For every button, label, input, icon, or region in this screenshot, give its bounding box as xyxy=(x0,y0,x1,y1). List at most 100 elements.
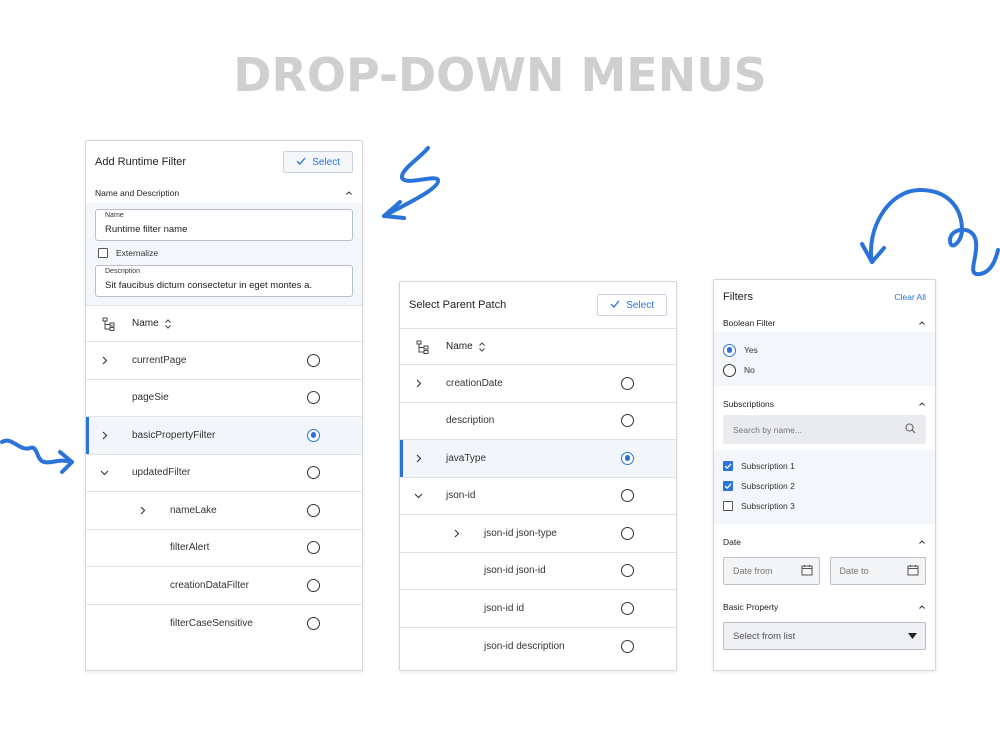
radio-yes[interactable] xyxy=(723,343,736,357)
date-from-input[interactable]: Date from xyxy=(723,557,820,585)
tree-row[interactable]: filterAlert xyxy=(86,530,362,567)
option-yes[interactable]: Yes xyxy=(723,340,926,360)
select-button[interactable]: Select xyxy=(597,294,667,316)
caret-down-icon[interactable] xyxy=(908,631,917,642)
tree-list: creationDate description javaType json-id js… xyxy=(400,365,676,665)
radio-selected[interactable] xyxy=(307,428,320,442)
subscription-item[interactable]: Subscription 1 xyxy=(723,456,926,476)
subscription-item[interactable]: Subscription 2 xyxy=(723,476,926,496)
name-column-label: Name xyxy=(446,341,473,352)
radio-unselected[interactable] xyxy=(307,578,320,592)
add-runtime-filter-panel: Add Runtime Filter Select Name and Descr… xyxy=(85,140,363,671)
search-placeholder: Search by name... xyxy=(733,424,802,435)
externalize-checkbox[interactable] xyxy=(98,248,108,258)
radio-unselected[interactable] xyxy=(621,376,634,390)
radio-unselected[interactable] xyxy=(307,503,320,517)
tree-row[interactable]: description xyxy=(400,403,676,440)
name-description-form: Name Runtime filter name Externalize Des… xyxy=(86,203,362,305)
name-description-section-header[interactable]: Name and Description xyxy=(86,183,362,203)
tree-row[interactable]: updatedFilter xyxy=(86,455,362,492)
calendar-icon[interactable] xyxy=(907,564,919,578)
clear-all-link[interactable]: Clear All xyxy=(894,292,926,302)
chevron-down-icon[interactable] xyxy=(400,491,436,500)
radio-unselected[interactable] xyxy=(307,391,320,405)
tree-row[interactable]: json-id description xyxy=(400,628,676,666)
radio-selected[interactable] xyxy=(621,451,634,465)
filters-title: Filters xyxy=(723,290,753,303)
radio-unselected[interactable] xyxy=(307,616,320,630)
date-header[interactable]: Date xyxy=(714,532,935,551)
name-field[interactable]: Name Runtime filter name xyxy=(95,209,353,241)
table-header: Name xyxy=(86,305,362,342)
select-button[interactable]: Select xyxy=(283,151,353,173)
tree-row-label: description xyxy=(446,415,495,427)
subscription-label: Subscription 3 xyxy=(741,501,795,511)
radio-unselected[interactable] xyxy=(307,541,320,555)
calendar-icon[interactable] xyxy=(801,564,813,578)
chevron-right-icon[interactable] xyxy=(400,379,436,388)
tree-row[interactable]: javaType xyxy=(400,440,676,478)
tree-row-label: filterAlert xyxy=(170,542,210,554)
name-column-header[interactable]: Name xyxy=(132,318,172,330)
description-field-value[interactable]: Sit faucibus dictum consectetur in eget … xyxy=(105,280,343,291)
chevron-up-icon[interactable] xyxy=(918,400,926,408)
name-column-header[interactable]: Name xyxy=(446,341,486,353)
radio-unselected[interactable] xyxy=(307,353,320,367)
radio-unselected[interactable] xyxy=(621,601,634,615)
sort-icon[interactable] xyxy=(478,341,486,353)
name-field-value[interactable]: Runtime filter name xyxy=(105,224,343,235)
externalize-label: Externalize xyxy=(116,248,159,258)
description-field[interactable]: Description Sit faucibus dictum consecte… xyxy=(95,265,353,297)
radio-unselected[interactable] xyxy=(307,466,320,480)
tree-row[interactable]: creationDataFilter xyxy=(86,567,362,605)
sort-icon[interactable] xyxy=(164,318,172,330)
name-column-label: Name xyxy=(132,318,159,329)
chevron-right-icon[interactable] xyxy=(438,529,474,538)
checkbox-unchecked[interactable] xyxy=(723,501,733,511)
chevron-right-icon[interactable] xyxy=(400,454,436,463)
subscription-item[interactable]: Subscription 3 xyxy=(723,496,926,516)
tree-row[interactable]: nameLake xyxy=(86,492,362,530)
chevron-down-icon[interactable] xyxy=(86,468,122,477)
subscriptions-header[interactable]: Subscriptions xyxy=(714,394,935,413)
basic-property-select[interactable]: Select from list xyxy=(723,622,926,650)
option-no[interactable]: No xyxy=(723,360,926,380)
basic-property-header[interactable]: Basic Property xyxy=(714,597,935,616)
filters-header: Filters Clear All xyxy=(714,280,935,313)
tree-row[interactable]: pageSie xyxy=(86,380,362,417)
chevron-up-icon[interactable] xyxy=(918,538,926,546)
radio-unselected[interactable] xyxy=(621,526,634,540)
radio-no[interactable] xyxy=(723,363,736,377)
radio-unselected[interactable] xyxy=(621,414,634,428)
checkbox-checked[interactable] xyxy=(723,461,733,471)
select-parent-patch-panel: Select Parent Patch Select Name creation… xyxy=(399,281,677,671)
radio-unselected[interactable] xyxy=(621,489,634,503)
externalize-option[interactable]: Externalize xyxy=(95,241,353,265)
tree-row[interactable]: json-id json-id xyxy=(400,553,676,590)
date-to-input[interactable]: Date to xyxy=(829,557,926,585)
tree-row[interactable]: currentPage xyxy=(86,342,362,380)
tree-row-label: json-id json-type xyxy=(484,527,557,539)
chevron-up-icon[interactable] xyxy=(918,319,926,327)
chevron-up-icon[interactable] xyxy=(345,189,353,197)
chevron-right-icon[interactable] xyxy=(86,356,122,365)
chevron-right-icon[interactable] xyxy=(124,506,160,515)
date-range: Date from Date to xyxy=(714,551,935,591)
tree-row[interactable]: json-id json-type xyxy=(400,515,676,553)
tree-row[interactable]: filterCaseSensitive xyxy=(86,605,362,643)
wave-arrow-decoration xyxy=(0,438,74,474)
tree-row[interactable]: json-id xyxy=(400,478,676,515)
tree-row[interactable]: json-id id xyxy=(400,590,676,628)
subscriptions-search-input[interactable]: Search by name... xyxy=(723,415,926,444)
boolean-filter-header[interactable]: Boolean Filter xyxy=(714,313,935,332)
radio-unselected[interactable] xyxy=(621,639,634,653)
tree-row-label: filterCaseSensitive xyxy=(170,617,253,629)
checkbox-checked[interactable] xyxy=(723,481,733,491)
chevron-right-icon[interactable] xyxy=(86,431,122,440)
chevron-up-icon[interactable] xyxy=(918,603,926,611)
radio-unselected[interactable] xyxy=(621,564,634,578)
subscriptions-search-wrap: Search by name... xyxy=(714,413,935,450)
date-title: Date xyxy=(723,536,741,547)
tree-row[interactable]: basicPropertyFilter xyxy=(86,417,362,455)
tree-row[interactable]: creationDate xyxy=(400,365,676,403)
